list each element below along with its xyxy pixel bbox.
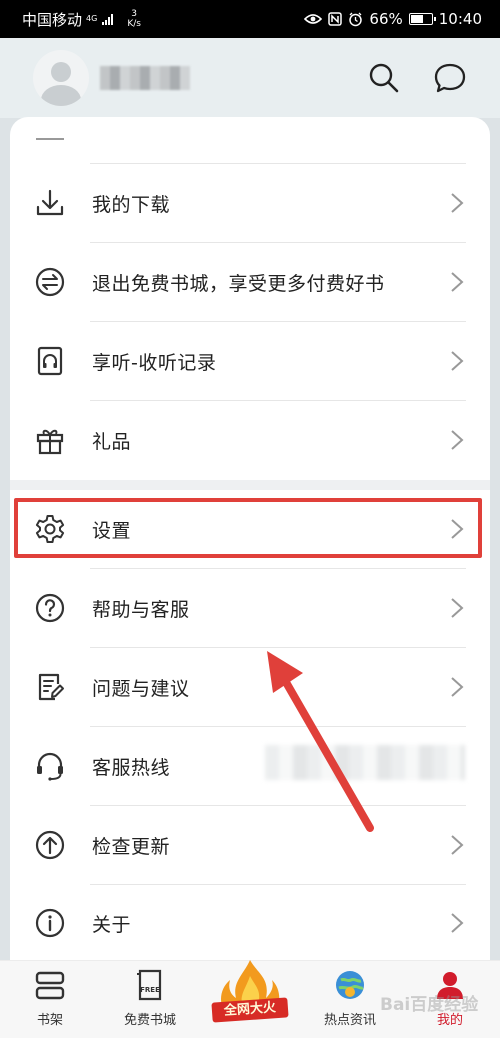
menu-item-download[interactable]: 我的下载 xyxy=(10,164,490,242)
menu-item-label: 帮助与客服 xyxy=(92,598,190,621)
tab-free-bookstore[interactable]: FREE 免费书城 xyxy=(105,968,195,1034)
nfc-icon xyxy=(328,12,343,26)
menu-item-label: 关于 xyxy=(92,913,132,936)
chevron-right-icon xyxy=(451,913,464,933)
message-icon[interactable] xyxy=(432,60,468,96)
signal-icon xyxy=(102,13,114,25)
battery-percent: 66% xyxy=(369,10,403,28)
free-book-icon: FREE xyxy=(137,969,162,1001)
chevron-right-icon xyxy=(451,351,464,371)
avatar[interactable] xyxy=(33,50,89,106)
help-icon xyxy=(35,593,65,623)
menu-item-label: 享听-收听记录 xyxy=(92,351,217,374)
feedback-icon xyxy=(38,673,64,701)
network-speed: 3 K/s xyxy=(127,9,141,29)
tab-label: 免费书城 xyxy=(123,1013,176,1028)
menu-item-label: 退出免费书城，享受更多付费好书 xyxy=(92,272,385,295)
tab-bookshelf[interactable]: 书架 xyxy=(5,968,95,1034)
menu-item-exit-free[interactable]: 退出免费书城，享受更多付费好书 xyxy=(10,243,490,321)
download-icon xyxy=(36,189,64,216)
audiobook-icon xyxy=(37,346,63,376)
clock: 10:40 xyxy=(438,10,482,28)
bookshelf-icon xyxy=(35,971,65,1000)
menu-item-feedback[interactable]: 问题与建议 xyxy=(10,648,490,726)
menu-item-about[interactable]: 关于 xyxy=(10,884,490,962)
chevron-right-icon xyxy=(451,430,464,450)
profile-header xyxy=(0,38,500,118)
chevron-right-icon xyxy=(451,835,464,855)
tab-featured[interactable]: 全网大火 xyxy=(200,958,300,1030)
status-bar: 中国移动 4G 3 K/s 66% 10:40 xyxy=(0,0,500,38)
chevron-right-icon xyxy=(451,272,464,292)
section-divider xyxy=(10,480,490,490)
chevron-right-icon xyxy=(451,677,464,697)
gift-icon xyxy=(36,429,64,455)
username-redacted[interactable] xyxy=(100,66,190,90)
partial-row-icon xyxy=(36,138,64,140)
menu-item-label: 客服热线 xyxy=(92,756,171,779)
menu-item-listen-history[interactable]: 享听-收听记录 xyxy=(10,322,490,400)
news-globe-icon xyxy=(336,971,364,999)
chevron-right-icon xyxy=(451,598,464,618)
update-icon xyxy=(35,830,65,860)
chevron-right-icon xyxy=(451,193,464,213)
annotation-arrow xyxy=(267,651,374,832)
menu-item-label: 问题与建议 xyxy=(92,677,190,700)
menu-item-label: 我的下载 xyxy=(92,193,171,216)
tab-label: 书架 xyxy=(36,1013,63,1028)
info-icon xyxy=(35,908,65,938)
settings-highlight-box xyxy=(14,498,482,558)
battery-icon xyxy=(408,13,436,25)
svg-text:FREE: FREE xyxy=(140,986,160,994)
search-icon[interactable] xyxy=(366,60,402,96)
network-type: 4G xyxy=(86,14,98,23)
alarm-icon xyxy=(349,12,363,26)
eye-comfort-icon xyxy=(304,14,323,24)
menu-item-gift[interactable]: 礼品 xyxy=(10,401,490,479)
menu-item-label: 礼品 xyxy=(92,430,132,453)
carrier-label: 中国移动 xyxy=(22,10,83,29)
menu-item-help[interactable]: 帮助与客服 xyxy=(10,569,490,647)
menu-item-label: 检查更新 xyxy=(92,835,171,858)
switch-icon xyxy=(35,267,65,297)
menu-item-check-update[interactable]: 检查更新 xyxy=(10,806,490,884)
watermark: Bai百度经验 xyxy=(380,995,479,1015)
headset-icon xyxy=(37,752,63,781)
